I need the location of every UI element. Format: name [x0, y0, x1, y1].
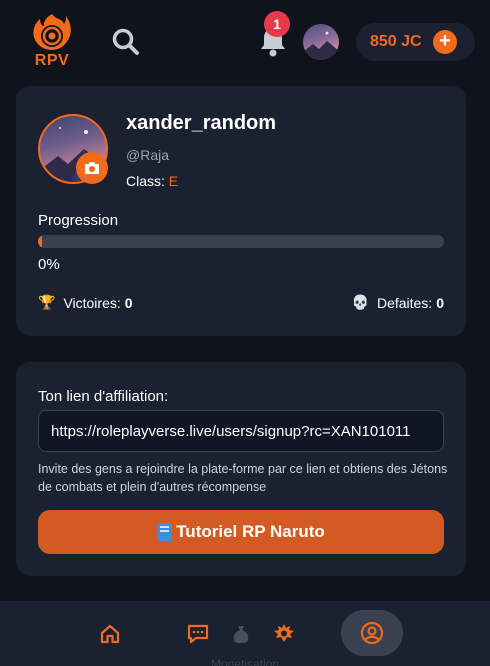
header-avatar[interactable] [303, 24, 339, 60]
coins-balance[interactable]: 850 JC + [356, 23, 475, 61]
rpv-logo[interactable]: RPV [30, 12, 74, 72]
add-coins-icon[interactable]: + [433, 30, 457, 54]
notification-badge: 1 [264, 11, 290, 37]
progression-label: Progression [38, 212, 119, 229]
search-icon [112, 28, 139, 55]
class-label: Class: [126, 173, 165, 189]
victories-label: Victoires: [63, 294, 121, 311]
home-icon [100, 624, 120, 643]
progression-bar [38, 235, 444, 248]
affiliation-card: Ton lien d'affiliation: Invite des gens … [16, 362, 466, 576]
defeats-label: Defaites: [376, 294, 433, 311]
profile-page: RPV 1 850 JC + xander_random @Raja Class… [0, 0, 490, 666]
naruto-icon [274, 623, 294, 642]
coins-label: 850 JC [370, 33, 422, 50]
book-icon [157, 523, 173, 541]
defeats-stat: 💀 Defaites: 0 [352, 294, 444, 311]
affiliation-link-field[interactable] [38, 410, 444, 452]
search-button[interactable] [110, 26, 142, 58]
tutorial-button-label: Tutoriel RP Naruto [176, 522, 325, 541]
bottom-navigation: Monetisation [0, 601, 490, 666]
profile-card: xander_random @Raja Class: E Progression… [16, 86, 466, 336]
naruto-tutorial-button[interactable]: Tutoriel RP Naruto [38, 510, 444, 554]
username: xander_random [126, 112, 277, 134]
progression-fill [38, 235, 42, 248]
avatar-image [303, 31, 339, 60]
user-class: Class: E [126, 173, 178, 189]
skull-icon: 💀 [351, 294, 369, 310]
affiliation-description: Invite des gens a rejoindre la plate-for… [38, 462, 448, 494]
nav-caption: Monetisation [210, 657, 280, 666]
money-bag-icon [233, 625, 249, 643]
trophy-icon: 🏆 [38, 294, 56, 310]
logo-text: RPV [34, 52, 70, 69]
victories-value: 0 [124, 294, 133, 311]
affiliation-title: Ton lien d'affiliation: [38, 388, 169, 405]
chat-icon [187, 624, 209, 643]
change-photo-button[interactable] [76, 152, 108, 184]
defeats-value: 0 [436, 294, 444, 311]
camera-icon [85, 162, 99, 174]
top-header: RPV 1 850 JC + [0, 0, 490, 86]
user-handle: @Raja [126, 147, 170, 163]
nav-profile[interactable] [341, 610, 403, 656]
flame-logo-icon [33, 14, 71, 50]
progression-value: 0% [38, 256, 60, 273]
class-value: E [168, 173, 179, 189]
victories-stat: 🏆 Victoires: 0 [38, 294, 133, 311]
nav-home[interactable] [90, 601, 130, 666]
profile-icon [360, 621, 384, 645]
